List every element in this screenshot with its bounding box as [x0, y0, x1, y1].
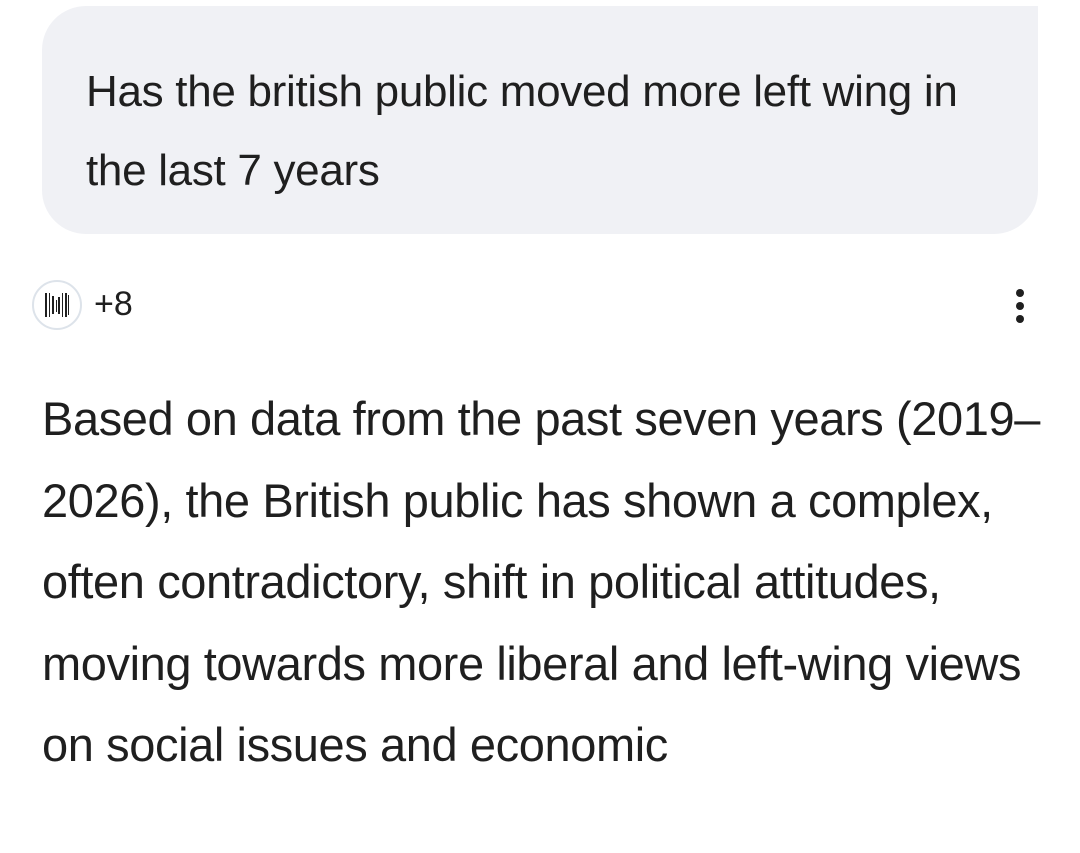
barcode-icon-graphic — [45, 293, 69, 317]
response-text: Based on data from the past seven years … — [42, 392, 1040, 771]
more-vert-icon — [1016, 289, 1024, 323]
user-message-text: Has the british public moved more left w… — [86, 67, 958, 195]
user-message-bubble: Has the british public moved more left w… — [42, 6, 1038, 234]
source-count[interactable]: +8 — [94, 284, 133, 324]
barcode-icon[interactable] — [32, 280, 82, 330]
more-options-button[interactable] — [998, 278, 1042, 334]
response-meta-row: +8 — [32, 278, 1042, 334]
